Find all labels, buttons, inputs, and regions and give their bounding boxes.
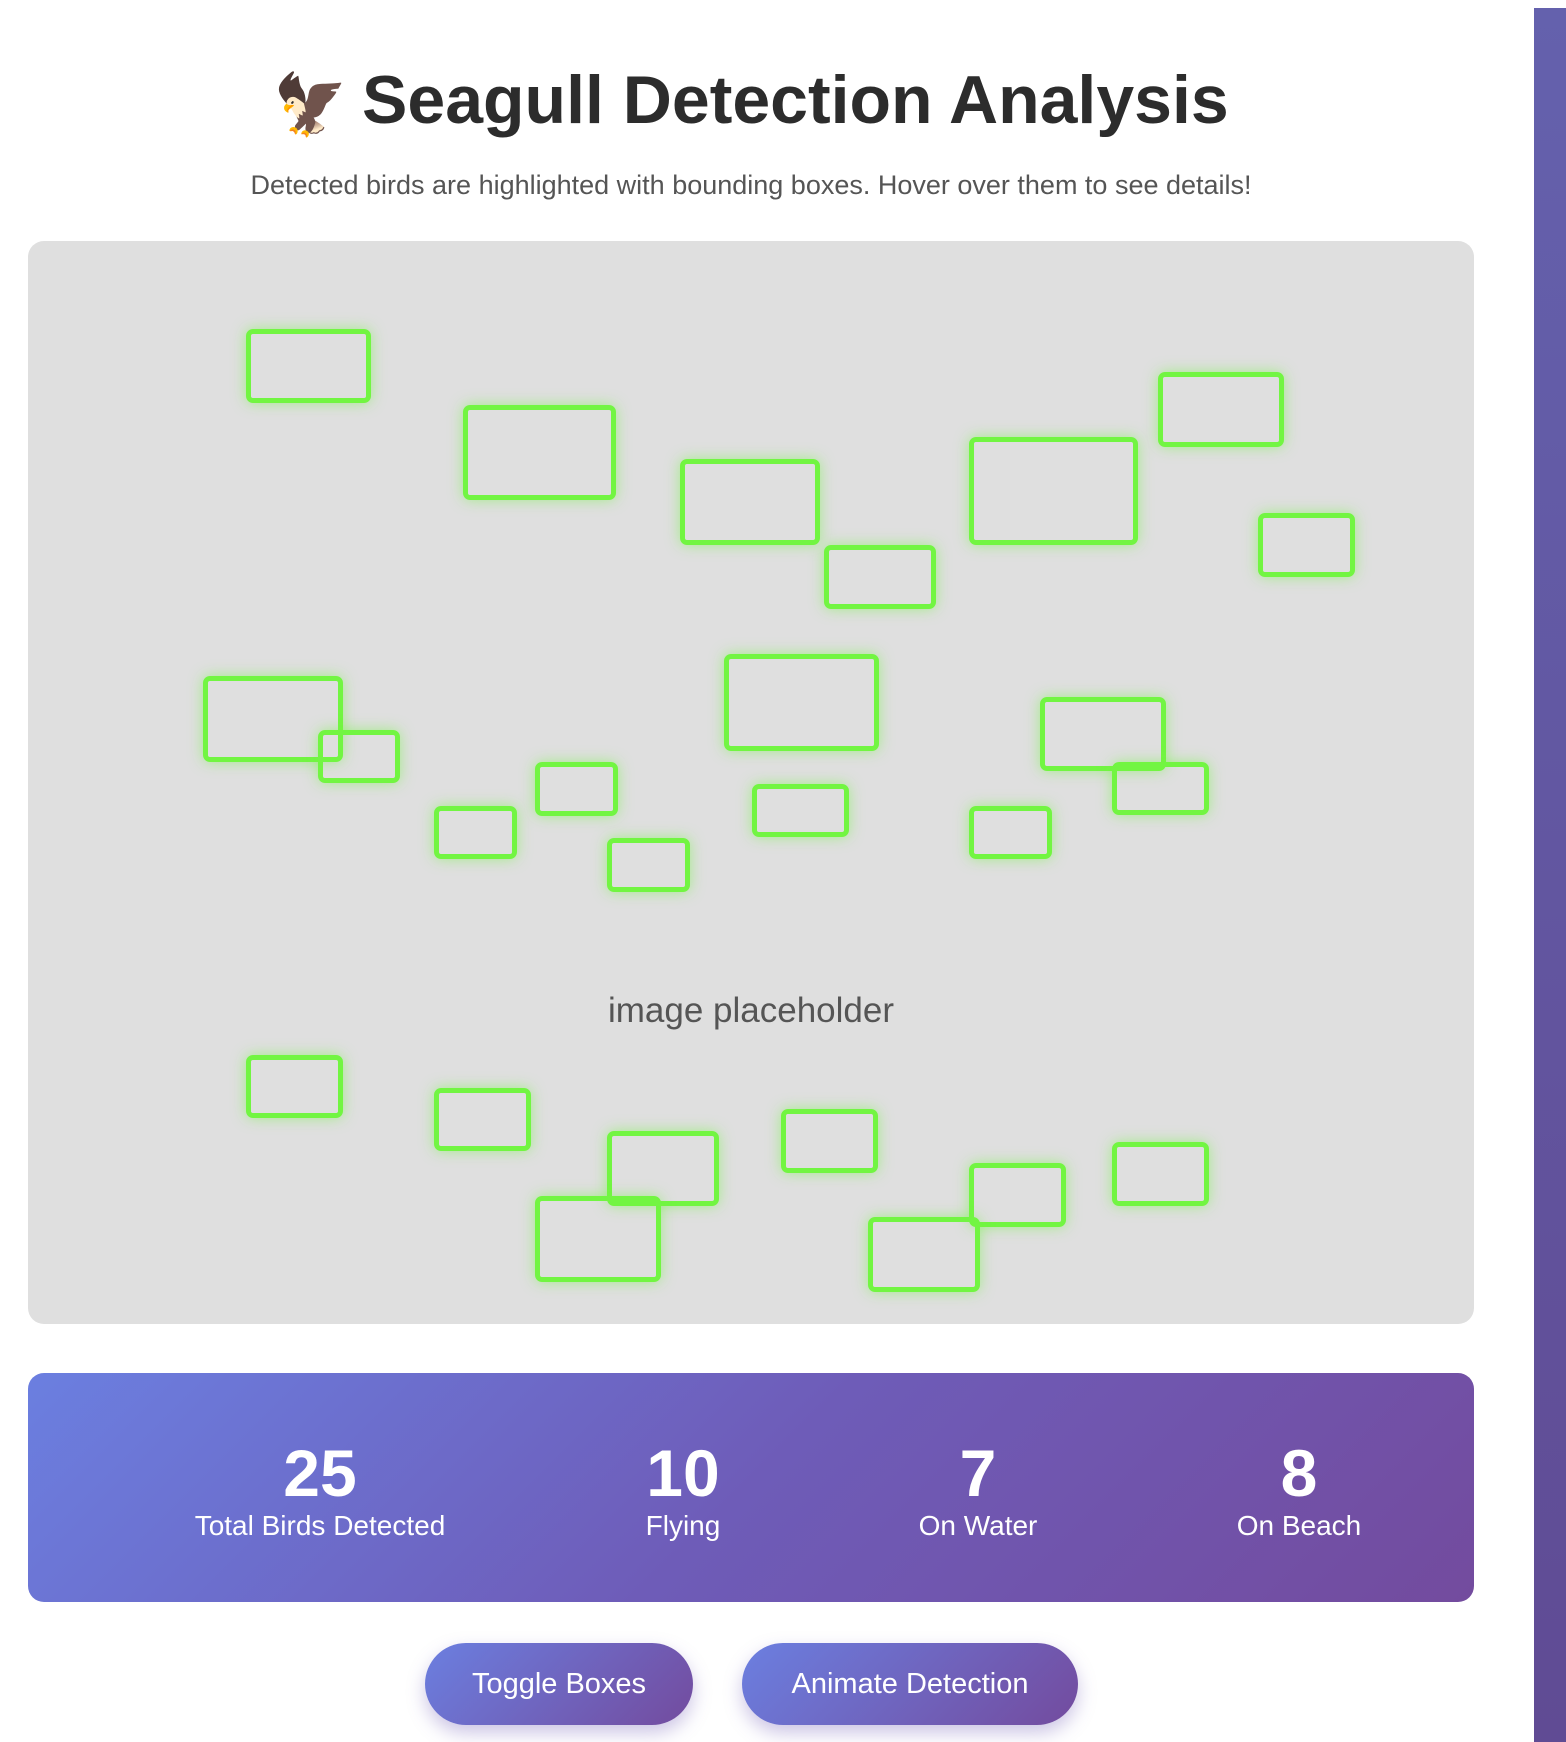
bird-bounding-box[interactable] [463,405,616,500]
bird-bounding-box[interactable] [607,1131,719,1206]
window-edge-strip [1534,8,1566,1742]
bird-bounding-box[interactable] [824,545,936,609]
stat-value: 25 [283,1436,357,1510]
bird-bounding-box[interactable] [680,459,820,545]
bird-bounding-box[interactable] [246,1055,343,1118]
bird-bounding-box[interactable] [969,1163,1066,1227]
page-container: 🦅 Seagull Detection Analysis Detected bir… [0,0,1534,1742]
stat-label: On Beach [1236,1510,1362,1541]
bird-bounding-box[interactable] [535,1196,661,1282]
bird-bounding-box[interactable] [1258,513,1355,577]
stat-label: Total Birds Detected [194,1510,446,1541]
bird-bounding-box[interactable] [607,838,690,892]
bird-bounding-box[interactable] [1112,762,1209,815]
stat-on-beach: 8 On Beach [1119,1437,1479,1543]
page-title-text: Seagull Detection Analysis [362,62,1229,138]
bird-bounding-box[interactable] [1158,372,1284,447]
stat-on-water: 7 On Water [798,1437,1158,1543]
image-placeholder-text: image placeholder [607,991,894,1030]
eagle-icon: 🦅 [273,71,349,139]
bird-bounding-box[interactable] [1040,697,1166,771]
stat-value: 7 [959,1436,997,1510]
bird-bounding-box[interactable] [535,762,618,816]
bird-bounding-box[interactable] [868,1217,980,1292]
bird-bounding-box[interactable] [1112,1142,1209,1206]
bird-bounding-box[interactable] [318,730,400,783]
detection-stats-panel: 25 Total Birds Detected 10 Flying 7 On W… [28,1373,1474,1602]
bird-bounding-box[interactable] [752,784,849,837]
bird-bounding-box[interactable] [781,1109,878,1173]
bird-bounding-box[interactable] [969,806,1052,859]
stat-value: 8 [1280,1436,1318,1510]
bird-bounding-box[interactable] [246,329,371,403]
bird-bounding-box[interactable] [724,654,879,751]
detection-image: image placeholder [28,241,1474,1324]
stat-total-birds: 25 Total Birds Detected [140,1437,500,1543]
toggle-boxes-button[interactable]: Toggle Boxes [425,1643,693,1725]
page-subtitle: Detected birds are highlighted with boun… [250,170,1252,200]
bird-bounding-box[interactable] [434,806,517,859]
bird-bounding-box[interactable] [434,1088,531,1151]
page-title: 🦅 Seagull Detection Analysis [0,58,1502,147]
bird-bounding-box[interactable] [969,437,1138,545]
stat-label: On Water [918,1510,1038,1541]
animate-detection-button[interactable]: Animate Detection [742,1643,1078,1725]
